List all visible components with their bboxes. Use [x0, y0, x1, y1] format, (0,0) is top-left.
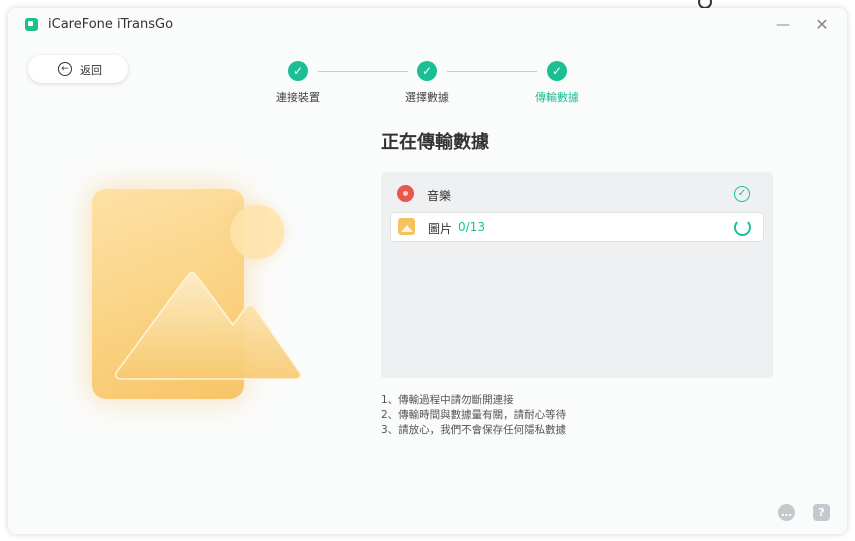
- chat-icon[interactable]: …: [778, 504, 795, 521]
- item-name: 圖片: [428, 222, 453, 236]
- back-button[interactable]: ← 返回: [28, 55, 128, 83]
- title-bar: iCareFone iTransGo — ✕: [8, 8, 847, 42]
- page-title: 正在傳輸數據: [381, 132, 489, 153]
- step-connector: [318, 71, 408, 72]
- step-3-check-icon: ✓: [547, 61, 567, 81]
- minimize-button[interactable]: —: [772, 14, 794, 36]
- mountain-icon: [114, 271, 302, 380]
- app-window: iCareFone iTransGo — ✕ ← 返回 ✓ ✓ ✓ 連接裝置 選…: [8, 8, 847, 534]
- top-fragment: [698, 0, 778, 8]
- note-item: 3、請放心，我們不會保存任何隱私數據: [381, 424, 567, 436]
- headset-icon: [698, 0, 712, 8]
- photo-icon: [398, 218, 415, 235]
- step-2-check-icon: ✓: [417, 61, 437, 81]
- note-item: 1、傳輸過程中請勿斷開連接: [381, 394, 514, 406]
- step-label-connect: 連接裝置: [276, 91, 320, 104]
- close-button[interactable]: ✕: [811, 14, 833, 36]
- music-icon: [397, 185, 414, 202]
- item-progress-count: 0/13: [458, 220, 485, 234]
- help-icon[interactable]: ?: [813, 504, 830, 521]
- list-item: 音樂 ✓: [390, 180, 762, 208]
- check-circle-icon: ✓: [734, 186, 750, 202]
- note-item: 2、傳輸時間與數據量有關，請耐心等待: [381, 409, 567, 421]
- notes-list: 1、傳輸過程中請勿斷開連接 2、傳輸時間與數據量有關，請耐心等待 3、請放心，我…: [381, 393, 566, 438]
- back-arrow-icon: ←: [58, 62, 72, 76]
- loading-spinner-icon: [734, 219, 751, 236]
- step-connector: [447, 71, 537, 72]
- step-label-transfer: 傳輸數據: [535, 91, 579, 104]
- item-name: 音樂: [427, 189, 452, 203]
- transfer-list: 音樂 ✓ 圖片 0/13: [381, 172, 773, 378]
- hero-illustration: [88, 183, 308, 403]
- list-item: 圖片 0/13: [390, 212, 764, 242]
- back-label: 返回: [80, 64, 102, 77]
- app-logo-icon: [25, 18, 38, 31]
- app-title: iCareFone iTransGo: [48, 17, 174, 32]
- step-label-select: 選擇數據: [405, 91, 449, 104]
- step-1-check-icon: ✓: [288, 61, 308, 81]
